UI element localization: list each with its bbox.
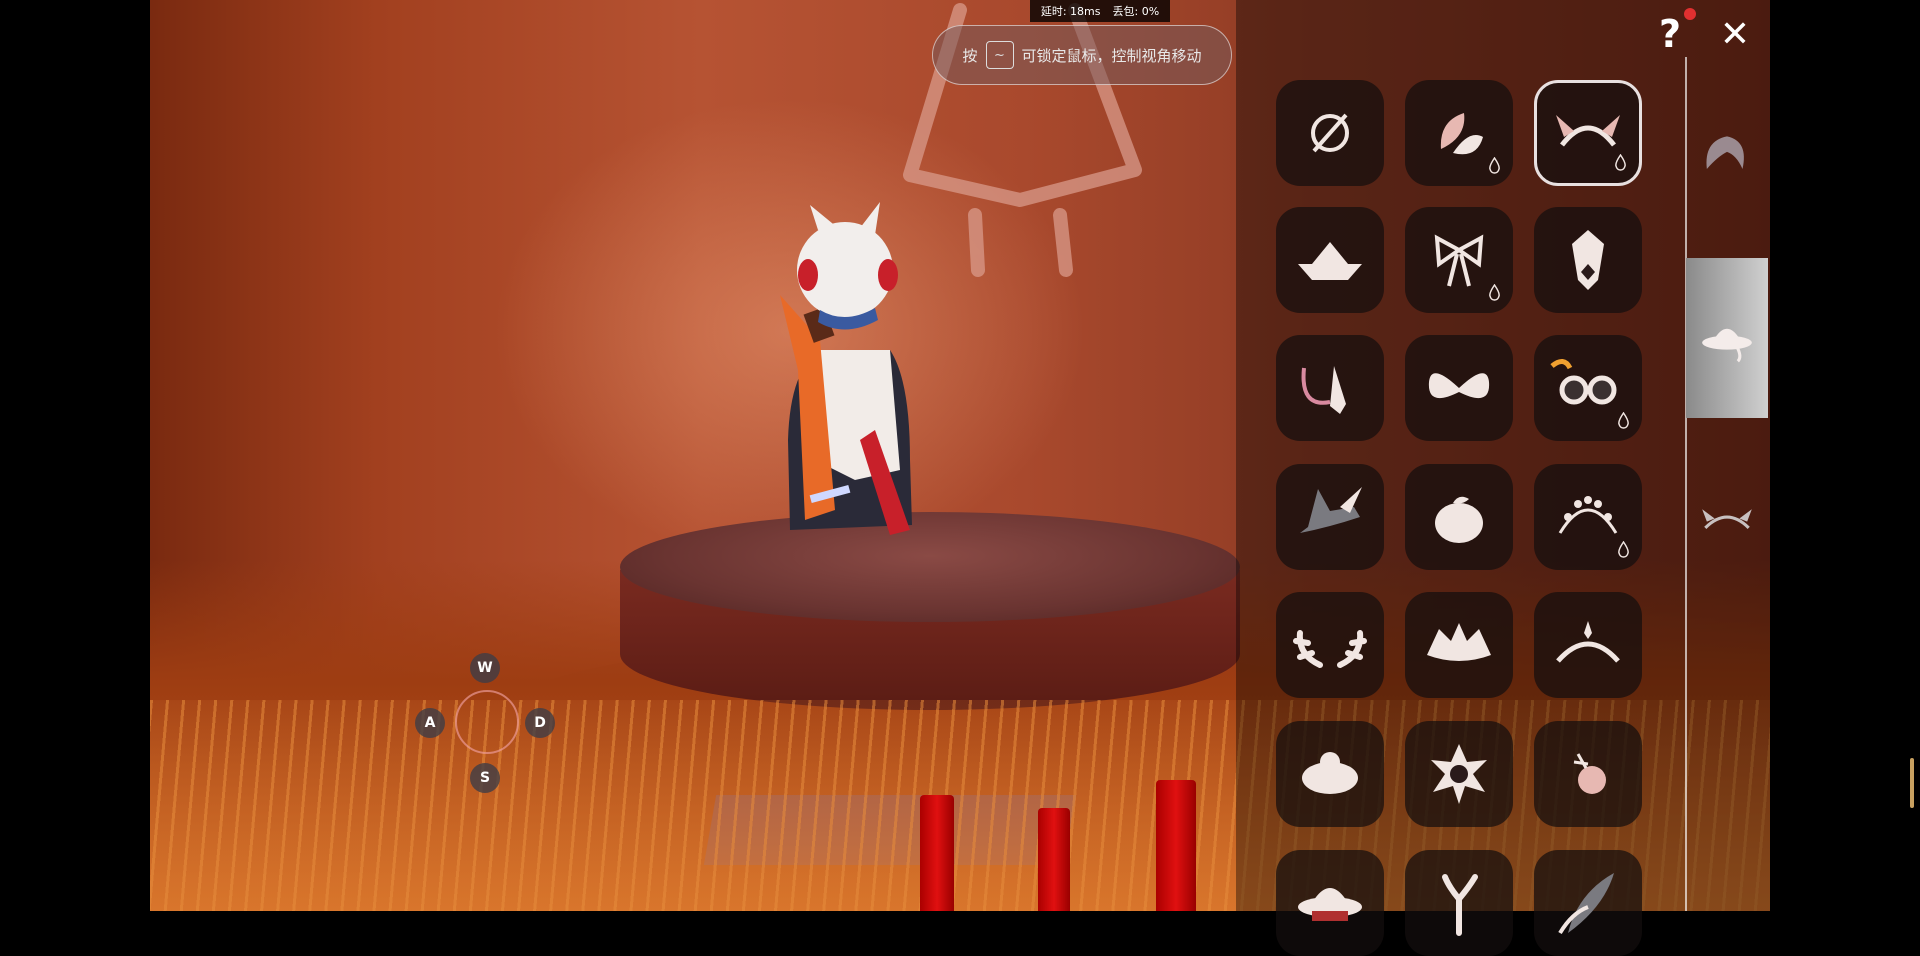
cosmetic-item[interactable] — [1534, 335, 1642, 441]
movement-joystick[interactable] — [455, 690, 519, 754]
close-icon: ✕ — [1719, 13, 1751, 55]
red-candle — [1038, 808, 1070, 911]
key-w-button[interactable]: W — [470, 653, 500, 683]
antlers-icon — [1293, 630, 1367, 668]
red-candle — [920, 795, 954, 911]
cosmetic-item[interactable] — [1534, 464, 1642, 570]
none-icon — [1311, 113, 1349, 153]
cosmetic-item[interactable] — [1276, 80, 1384, 186]
witch-hat-icon — [1300, 487, 1362, 533]
cosmetic-item[interactable] — [1534, 850, 1642, 956]
large-bow-icon — [1428, 373, 1490, 399]
goggles-icon — [1550, 359, 1617, 405]
category-tab[interactable] — [1686, 75, 1768, 235]
cosmetic-item[interactable] — [1276, 464, 1384, 570]
drop-icon — [1614, 153, 1627, 171]
cosmetic-item[interactable] — [1534, 721, 1642, 827]
hint-prefix: 按 — [962, 46, 978, 65]
cosmetic-item[interactable] — [1405, 721, 1513, 827]
ribbon-bow-icon — [1434, 234, 1484, 287]
key-d-button[interactable]: D — [525, 708, 555, 738]
cosmetic-item[interactable] — [1405, 592, 1513, 698]
key-s-button[interactable]: S — [470, 763, 500, 793]
hint-text: 可锁定鼠标，控制视角移动 — [1021, 46, 1202, 65]
cosmetic-item[interactable] — [1534, 592, 1642, 698]
drop-icon — [1617, 540, 1630, 558]
close-button[interactable]: ✕ — [1715, 12, 1755, 56]
hanging-charm-icon — [1301, 366, 1346, 414]
cosmetic-item[interactable] — [1276, 335, 1384, 441]
cosmetic-item[interactable] — [1276, 592, 1384, 698]
tiara-icon — [1556, 621, 1620, 663]
cosmetic-item[interactable] — [1405, 80, 1513, 186]
branch-icon — [1442, 874, 1478, 936]
petal-icon — [1440, 113, 1483, 155]
volume-slider[interactable] — [1910, 758, 1914, 808]
mandarin-orange-icon — [1435, 496, 1483, 543]
packet-loss-label: 丢包: 0% — [1112, 5, 1160, 18]
cosmetic-item[interactable] — [1276, 207, 1384, 313]
crystal-icon — [1572, 230, 1604, 290]
stone-platform — [620, 512, 1240, 622]
drop-icon — [1488, 156, 1501, 174]
flower-crown-icon — [1558, 496, 1618, 534]
jester-hat-icon — [1427, 623, 1491, 661]
drop-icon — [1488, 283, 1501, 301]
help-button[interactable]: ? — [1650, 12, 1690, 56]
horns-icon — [1702, 509, 1752, 529]
key-a-button[interactable]: A — [415, 708, 445, 738]
network-stats: 延时: 18ms 丢包: 0% — [1030, 0, 1170, 22]
category-tab[interactable] — [1686, 437, 1768, 597]
cosmetic-item[interactable] — [1405, 207, 1513, 313]
cosmetic-item[interactable] — [1405, 850, 1513, 956]
hat-icon — [1702, 328, 1752, 363]
tilde-key-icon: ~ — [985, 41, 1014, 69]
cosmetic-item[interactable] — [1276, 721, 1384, 827]
red-candle — [1156, 780, 1196, 911]
cosmetic-item[interactable] — [1405, 464, 1513, 570]
hair-icon — [1706, 136, 1744, 169]
star-badge-icon — [1431, 744, 1487, 804]
notification-dot — [1684, 8, 1696, 20]
paper-boat-hat-icon — [1298, 242, 1362, 280]
cosmetic-item[interactable] — [1534, 207, 1642, 313]
category-tab[interactable] — [1686, 258, 1768, 418]
feather-icon — [1558, 873, 1614, 935]
player-character — [780, 202, 912, 535]
sun-hat-icon — [1298, 888, 1362, 921]
drop-icon — [1617, 411, 1630, 429]
rose-icon — [1573, 753, 1606, 794]
cosmetic-item[interactable] — [1276, 850, 1384, 956]
mouse-lock-hint: 按 ~ 可锁定鼠标，控制视角移动 — [932, 25, 1232, 85]
cosmetic-item[interactable] — [1405, 335, 1513, 441]
latency-label: 延时: 18ms — [1040, 5, 1101, 18]
cosmetic-item[interactable] — [1534, 80, 1642, 186]
bun-hat-icon — [1302, 752, 1358, 794]
